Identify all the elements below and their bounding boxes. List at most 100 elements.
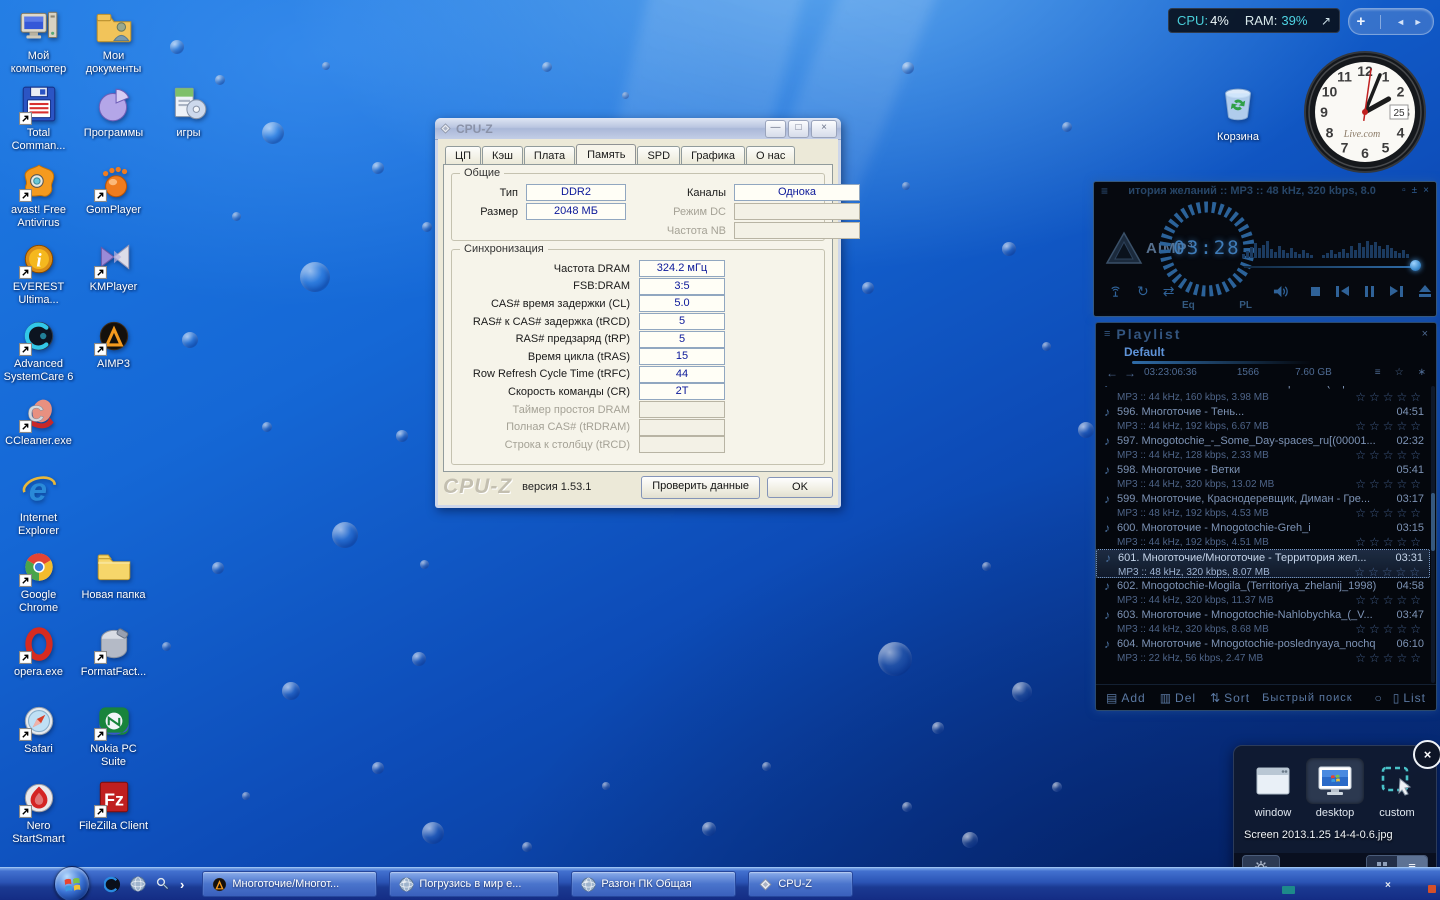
validate-button[interactable]: Проверить данные: [641, 475, 760, 499]
track-rating-stars[interactable]: ☆☆☆☆☆: [1354, 565, 1423, 579]
track-rating-stars[interactable]: ☆☆☆☆☆: [1355, 622, 1424, 636]
desktop-icon-aimp[interactable]: AIMP3: [77, 314, 150, 371]
desktop-icon-nero[interactable]: Nero StartSmart: [2, 776, 75, 846]
cpuz-tab-О нас[interactable]: О нас: [746, 146, 796, 164]
desktop-icon-folder[interactable]: Новая папка: [77, 545, 150, 602]
desktop-icon-ie[interactable]: e Internet Explorer: [2, 468, 75, 538]
desktop-icon-systemcare[interactable]: Advanced SystemCare 6: [2, 314, 75, 384]
desktop-icon-avast[interactable]: avast! Free Antivirus: [2, 160, 75, 230]
add-button[interactable]: ▤ Add: [1106, 691, 1146, 705]
quick-launch-globe-icon[interactable]: [130, 876, 146, 892]
playlist-scrollbar[interactable]: [1431, 386, 1435, 683]
taskbar-button--[interactable]: Многоточие/Многот...: [202, 871, 378, 897]
playlist-track[interactable]: ♪ 604. Многоточие - Mnogotochie-poslednya…: [1096, 636, 1430, 666]
close-button[interactable]: ×: [811, 119, 837, 138]
track-rating-stars[interactable]: ☆☆☆☆☆: [1355, 448, 1424, 462]
track-rating-stars[interactable]: ☆☆☆☆☆: [1355, 390, 1424, 404]
quick-launch-expand-icon[interactable]: ›: [180, 877, 184, 892]
next-button[interactable]: [1390, 285, 1404, 297]
taskbar-button--[interactable]: Погрузись в мир е...: [389, 871, 560, 897]
quick-search-button[interactable]: Быстрый поиск: [1262, 692, 1352, 704]
desktop-icon-formatfactory[interactable]: FormatFact...: [77, 622, 150, 679]
aimp-close-button[interactable]: ×: [1423, 185, 1429, 196]
cpuz-tab-Плата[interactable]: Плата: [523, 146, 576, 164]
cpuz-tab-SPD[interactable]: SPD: [637, 146, 681, 164]
tray-icon-orange[interactable]: [1428, 885, 1436, 893]
shuffle-icon[interactable]: ⇄: [1163, 283, 1175, 300]
playlist-track[interactable]: ♪ 598. Многоточие - Ветки 05:41 MP3 :: 44 k…: [1096, 462, 1430, 492]
cpuz-tab-Графика[interactable]: Графика: [681, 146, 746, 164]
capture-option-desktop[interactable]: desktop: [1306, 758, 1364, 819]
ok-button[interactable]: OK: [767, 476, 833, 498]
playlist-track[interactable]: ♪ 603. Многоточие - Mnogotochie-Nahlobych…: [1096, 607, 1430, 637]
playlist-track[interactable]: ♪ 597. Mnogotochie_-_Some_Day-spaces_ru[(…: [1096, 433, 1430, 463]
scrollbar-thumb[interactable]: [1431, 492, 1435, 551]
stop-button[interactable]: [1311, 286, 1321, 296]
playlist-track[interactable]: ♪ 602. Mnogotochie-Mogila_(Territoriya_zh…: [1096, 578, 1430, 608]
recycle-bin[interactable]: Корзина: [1208, 80, 1268, 144]
desktop-icon-gomplayer[interactable]: GomPlayer: [77, 160, 150, 217]
playlist-track[interactable]: ♪595. Многоточие - Осень... Чики Гриммы …: [1096, 386, 1430, 404]
cpuz-tab-Кэш[interactable]: Кэш: [482, 146, 523, 164]
maximize-button[interactable]: □: [788, 119, 809, 138]
tab-default[interactable]: Default: [1124, 345, 1165, 359]
playlist-menu-icon[interactable]: ≡: [1104, 328, 1110, 340]
track-rating-stars[interactable]: ☆☆☆☆☆: [1355, 477, 1424, 491]
desktop-icon-my-documents[interactable]: Мои документы: [77, 6, 150, 76]
minimize-button[interactable]: —: [765, 119, 786, 138]
playlist-close-icon[interactable]: ×: [1422, 328, 1428, 340]
add-gadget-button[interactable]: +: [1356, 13, 1365, 30]
radio-icon[interactable]: [1108, 284, 1123, 299]
cpuz-tab-Память[interactable]: Память: [576, 144, 637, 164]
desktop-icon-total-commander[interactable]: Total Comman...: [2, 83, 75, 153]
desktop-icon-kmplayer[interactable]: KMPlayer: [77, 237, 150, 294]
aimp-pin-button[interactable]: ±: [1412, 185, 1418, 196]
volume-slider-track[interactable]: [1244, 266, 1416, 268]
desktop-icon-my-computer[interactable]: Мой компьютер: [2, 6, 75, 76]
track-rating-stars[interactable]: ☆☆☆☆☆: [1355, 593, 1424, 607]
aimp-titlebar[interactable]: ≡ итория желаний :: MP3 :: 48 kHz, 320 k…: [1094, 182, 1436, 199]
list-button[interactable]: ▯ List: [1393, 691, 1426, 705]
quick-launch-app-icon[interactable]: [104, 876, 121, 893]
tray-icon-teal[interactable]: [1282, 886, 1295, 894]
eject-button[interactable]: [1419, 285, 1432, 297]
taskbar-button-cpu-z[interactable]: CPU-Z: [748, 871, 854, 897]
view-options-icon[interactable]: ≡: [1375, 367, 1381, 378]
expand-arrow-icon[interactable]: ↗: [1321, 14, 1331, 28]
gadget-nav-arrows[interactable]: ◄ ►: [1396, 17, 1425, 27]
desktop-icon-chrome[interactable]: Google Chrome: [2, 545, 75, 615]
playlist-header[interactable]: ≡ Playlist ×: [1096, 323, 1436, 345]
playlist-track[interactable]: ♪ 596. Многоточие - Тень... 04:51 MP3 :: 44…: [1096, 404, 1430, 434]
playlist-track-selected[interactable]: ♪ 601. Многоточие/Многоточие - Территория…: [1096, 549, 1430, 579]
track-rating-stars[interactable]: ☆☆☆☆☆: [1355, 506, 1424, 520]
search-icon[interactable]: ○: [1374, 691, 1382, 705]
settings-icon[interactable]: ∗: [1418, 367, 1426, 378]
volume-icon[interactable]: [1272, 284, 1289, 299]
track-rating-stars[interactable]: ☆☆☆☆☆: [1355, 419, 1424, 433]
cpu-ram-monitor-gadget[interactable]: CPU: 4% RAM: 39% ↗: [1168, 8, 1340, 33]
volume-slider-knob[interactable]: [1410, 260, 1421, 271]
desktop-icon-everest[interactable]: i EVEREST Ultima...: [2, 237, 75, 307]
nav-forward-icon[interactable]: →: [1124, 366, 1136, 380]
desktop-icon-safari[interactable]: Safari: [2, 699, 75, 756]
aimp-dock-button[interactable]: ▫: [1402, 185, 1406, 196]
taskbar-button--[interactable]: Разгон ПК Общая: [571, 871, 737, 897]
previous-button[interactable]: [1336, 285, 1350, 297]
track-rating-stars[interactable]: ☆☆☆☆☆: [1355, 651, 1424, 665]
capture-option-window[interactable]: window: [1244, 758, 1302, 819]
aimp-menu-icon[interactable]: ≡: [1101, 184, 1108, 198]
pause-button[interactable]: [1365, 285, 1375, 297]
desktop-icon-nokia[interactable]: Nokia PC Suite: [77, 699, 150, 769]
cpuz-tab-ЦП[interactable]: ЦП: [445, 146, 482, 164]
desktop-icon-filezilla[interactable]: Fz FileZilla Client: [77, 776, 150, 833]
screenshot-tool-close-button[interactable]: ×: [1413, 740, 1440, 769]
sort-button[interactable]: ⇅ Sort: [1210, 691, 1250, 705]
playlist-track[interactable]: ♪ 599. Многоточие, Краснодеревщик, Диман …: [1096, 491, 1430, 521]
desktop-icon-programs[interactable]: Программы: [77, 83, 150, 140]
clock-gadget[interactable]: 123456789101112Live.com25: [1302, 49, 1428, 175]
quick-launch-picker-icon[interactable]: [155, 876, 171, 892]
repeat-icon[interactable]: ↻: [1137, 283, 1149, 300]
rating-icon[interactable]: ☆: [1395, 367, 1404, 378]
tray-icon-close[interactable]: ×: [1385, 880, 1391, 891]
track-rating-stars[interactable]: ☆☆☆☆☆: [1355, 535, 1424, 549]
